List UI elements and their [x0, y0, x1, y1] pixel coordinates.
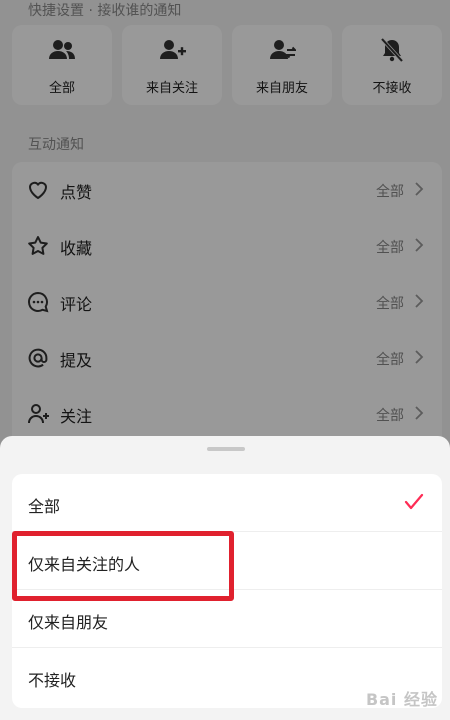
watermark: Bai 经验: [365, 690, 438, 709]
option-label: 仅来自朋友: [28, 613, 109, 632]
option-label: 不接收: [28, 671, 77, 690]
checkmark-icon: [404, 493, 424, 510]
option-all[interactable]: 全部: [12, 474, 442, 532]
annotation-highlight-box: [12, 531, 234, 601]
option-label: 全部: [28, 497, 61, 516]
drag-handle[interactable]: [207, 447, 245, 451]
